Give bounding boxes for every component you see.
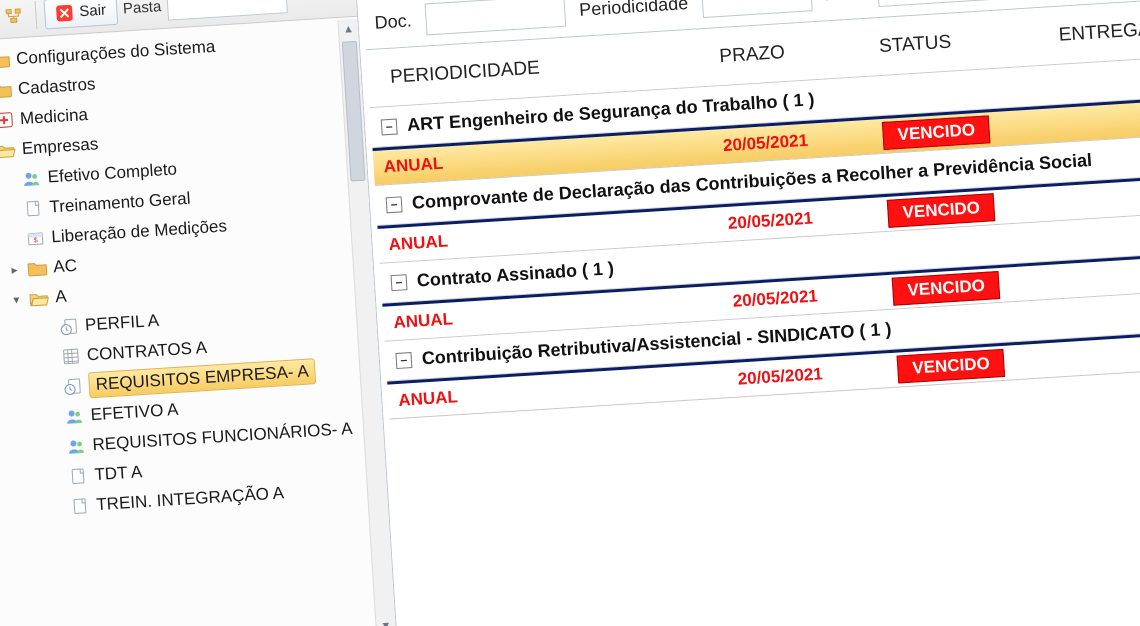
tree-twisty[interactable]: ▸ (7, 262, 22, 277)
group-collapse-toggle[interactable]: − (381, 118, 398, 135)
cell-entrega (1067, 348, 1140, 359)
tree-item-label: A (55, 287, 68, 308)
requirements-grid: PERIODICIDADE PRAZO STATUS ENTREGA VALI … (366, 0, 1140, 420)
main-area: iDashboard×REQUISITOS EMPRESA- A× Doc. P… (353, 0, 1140, 626)
status-badge: VENCIDO (897, 349, 1006, 384)
status-badge: VENCIDO (892, 271, 1001, 306)
exit-button[interactable]: Sair (43, 0, 117, 29)
folder-field-label: Pasta (122, 0, 161, 17)
people-icon (21, 169, 42, 188)
document-icon (23, 199, 44, 218)
tree-twisty[interactable] (45, 417, 59, 418)
folder-icon (0, 81, 13, 100)
close-x-icon (55, 3, 74, 22)
cell-status: VENCIDO (887, 345, 1068, 384)
tree-twisty[interactable] (6, 239, 20, 240)
filter-area-input[interactable] (877, 0, 1009, 7)
tree-item-label: Cadastros (17, 74, 96, 99)
svg-text:$: $ (34, 237, 38, 244)
navigation-panel: vegação « Sair Pasta ▸Configurações do S… (0, 0, 397, 626)
medical-icon (0, 111, 15, 130)
folder-field-input[interactable] (166, 0, 288, 20)
scroll-down-arrow[interactable]: ▼ (376, 616, 396, 626)
tree-twisty[interactable] (2, 180, 16, 181)
tree-twisty[interactable] (4, 209, 18, 210)
group-title: Contrato Assinado ( 1 ) (416, 258, 614, 291)
people-icon (66, 437, 87, 456)
group-collapse-toggle[interactable]: − (395, 352, 412, 369)
tree-twisty[interactable] (47, 447, 61, 448)
toolbar-separator (35, 0, 38, 28)
nav-tree[interactable]: ▸Configurações do Sistema▸Cadastros▸Medi… (0, 19, 396, 626)
tree-item-label: TDT A (94, 462, 143, 485)
tree-twisty[interactable] (50, 507, 64, 508)
tree-twisty[interactable]: ▾ (9, 292, 24, 307)
cell-entrega (1057, 192, 1140, 203)
tab-content: Doc. Periodicidade Área PERIODICIDAD (363, 0, 1140, 420)
clock-doc-icon (59, 317, 80, 336)
cell-entrega (1062, 270, 1140, 281)
group-collapse-toggle[interactable]: − (390, 274, 407, 291)
tree-item-label: Empresas (21, 134, 99, 159)
tree-item-label: Efetivo Completo (47, 159, 177, 187)
tree-item-label: EFETIVO A (90, 400, 179, 425)
group-collapse-toggle[interactable]: − (386, 196, 403, 213)
filter-period-label: Periodicidade (579, 0, 689, 20)
tree-item-label: TREIN. INTEGRAÇÃO A (96, 483, 285, 515)
exit-button-label: Sair (79, 2, 107, 21)
col-entrega[interactable]: ENTREGA (1048, 14, 1140, 47)
tree-item-label: Medicina (19, 105, 88, 129)
folder-open-icon (0, 141, 16, 160)
tree-item-label: AC (53, 256, 78, 277)
col-prazo[interactable]: PRAZO (709, 36, 870, 68)
wallet-icon: $ (25, 229, 46, 248)
tree-item-label: CONTRATOS A (86, 338, 207, 366)
clock-doc-icon (62, 377, 83, 396)
cell-entrega (1052, 114, 1140, 125)
col-periodicidade[interactable]: PERIODICIDADE (379, 46, 710, 89)
tree-twisty[interactable] (43, 387, 57, 388)
folder-icon (0, 51, 11, 70)
cell-prazo: 20/05/2021 (717, 205, 878, 235)
cell-prazo: 20/05/2021 (712, 127, 873, 157)
tree-item-label: PERFIL A (84, 311, 159, 336)
tree-structure-button[interactable] (0, 1, 28, 31)
status-badge: VENCIDO (887, 193, 996, 228)
document-icon (70, 497, 91, 516)
document-icon (68, 467, 89, 486)
folder-open-icon (29, 289, 50, 308)
cell-prazo: 20/05/2021 (727, 360, 888, 390)
cell-prazo: 20/05/2021 (722, 282, 883, 312)
tree-twisty[interactable] (41, 357, 55, 358)
col-status[interactable]: STATUS (868, 25, 1049, 58)
filter-doc-input[interactable] (425, 0, 567, 35)
people-icon (64, 407, 85, 426)
folder-icon (27, 259, 48, 278)
tree-twisty[interactable] (49, 477, 63, 478)
tree-item-label: Treinamento Geral (49, 189, 191, 218)
status-badge: VENCIDO (882, 115, 991, 150)
filter-area-label: Área (825, 0, 864, 5)
scroll-up-arrow[interactable]: ▲ (338, 19, 358, 40)
filter-period-input[interactable] (701, 0, 813, 18)
filter-doc-label: Doc. (374, 10, 412, 33)
tree-twisty[interactable] (39, 327, 53, 328)
grid-doc-icon (60, 347, 81, 366)
